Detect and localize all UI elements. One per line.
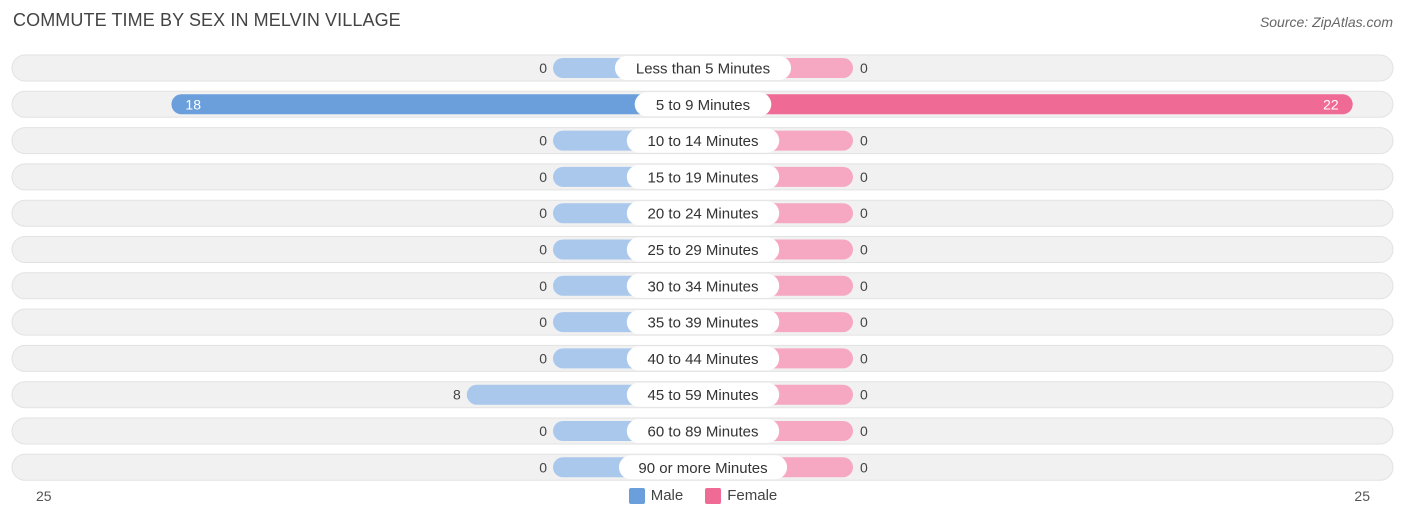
category-label: 20 to 24 Minutes [648,206,759,223]
female-value-label: 0 [860,387,868,403]
male-value-label: 0 [539,314,547,330]
female-value-label: 22 [1323,96,1339,112]
category-label: 90 or more Minutes [638,460,767,477]
female-value-label: 0 [860,169,868,185]
male-value-label: 18 [185,96,201,112]
male-value-label: 0 [539,278,547,294]
legend-item-male[interactable]: Male [628,487,684,504]
female-value-label: 0 [860,205,868,221]
male-value-label: 0 [539,423,547,439]
female-value-label: 0 [860,350,868,366]
female-value-label: 0 [860,278,868,294]
chart-canvas: Less than 5 Minutes 0 0 5 to 9 Minutes 18 22 1… [11,54,1394,481]
category-label: 25 to 29 Minutes [648,242,759,259]
category-label: 5 to 9 Minutes [656,97,750,114]
male-value-label: 0 [539,459,547,475]
male-value-label: 0 [539,242,547,258]
female-value-label: 0 [860,60,868,76]
male-value-label: 0 [539,60,547,76]
category-label: 35 to 39 Minutes [648,315,759,332]
male-value-label: 0 [539,169,547,185]
female-value-label: 0 [860,133,868,149]
female-value-label: 0 [860,314,868,330]
male-value-label: 8 [453,387,461,403]
female-value-label: 0 [860,423,868,439]
legend-swatch-male [628,487,645,504]
category-label: 15 to 19 Minutes [648,169,759,186]
male-value-label: 0 [539,205,547,221]
category-label: 40 to 44 Minutes [648,351,759,368]
category-label: 10 to 14 Minutes [648,133,759,150]
female-value-label: 0 [860,242,868,258]
female-value-label: 0 [860,459,868,475]
male-value-label: 0 [539,133,547,149]
male-bar [171,94,703,115]
male-value-label: 0 [539,350,547,366]
legend: Male Female [0,487,1406,504]
legend-item-female[interactable]: Female [705,487,777,504]
legend-label-male: Male [650,487,684,504]
legend-swatch-female [705,487,722,504]
female-bar [703,94,1353,115]
category-label: 30 to 34 Minutes [648,278,759,295]
category-label: 60 to 89 Minutes [648,424,759,441]
legend-label-female: Female [727,487,778,504]
category-label: Less than 5 Minutes [636,61,770,78]
category-label: 45 to 59 Minutes [648,387,759,404]
